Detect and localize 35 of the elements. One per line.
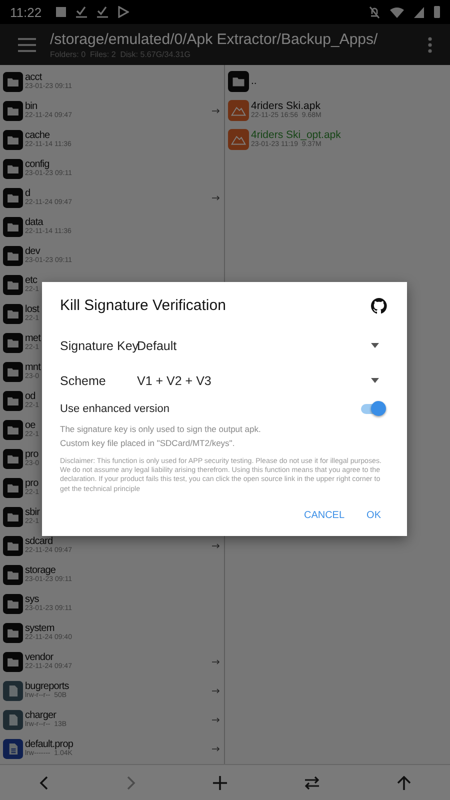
file-name: system [25, 623, 54, 634]
file-name: etc [25, 275, 38, 286]
file-name: default.prop [25, 739, 74, 750]
file-name: od [25, 391, 36, 402]
file-name: 4riders Ski.apk [251, 100, 322, 112]
file-name: sbir [25, 507, 40, 518]
file-name: charger [25, 710, 56, 722]
toggle-label: Use enhanced version [60, 403, 170, 415]
dialog-title: Kill Signature Verification [60, 297, 226, 314]
file-name: bin [25, 101, 38, 112]
note-text: Custom key file placed in "SDCard/MT2/keys". [60, 438, 236, 448]
file-name: config [25, 159, 50, 170]
status-time: 11:22 [10, 4, 42, 20]
file-name: oe [25, 420, 36, 432]
file-name: acct [25, 72, 42, 84]
file-name: cache [25, 130, 50, 142]
file-name: met [25, 333, 40, 344]
file-name: sys [25, 594, 39, 606]
file-name: sdcard [25, 536, 54, 548]
file-name: vendor [25, 652, 54, 664]
file-name: .. [251, 76, 257, 88]
file-name: storage [25, 565, 56, 576]
file-name: 4riders Ski_opt.apk [251, 130, 341, 142]
file-name: d [25, 188, 30, 200]
field-label: Signature Key [60, 338, 137, 352]
path-title: /storage/emulated/0/Apk Extractor/Backup_Apps/ [50, 30, 379, 48]
file-name: pro [25, 449, 38, 460]
note-text: The signature key is only used to sign the output apk. [60, 424, 262, 434]
file-name: pro [25, 478, 38, 490]
field-label: Scheme [60, 374, 107, 388]
file-name: bugreports [25, 681, 69, 692]
file-name: mnt [25, 362, 40, 374]
file-name: data [25, 217, 44, 228]
file-name: lost [25, 304, 40, 316]
file-name: dev [25, 246, 40, 258]
